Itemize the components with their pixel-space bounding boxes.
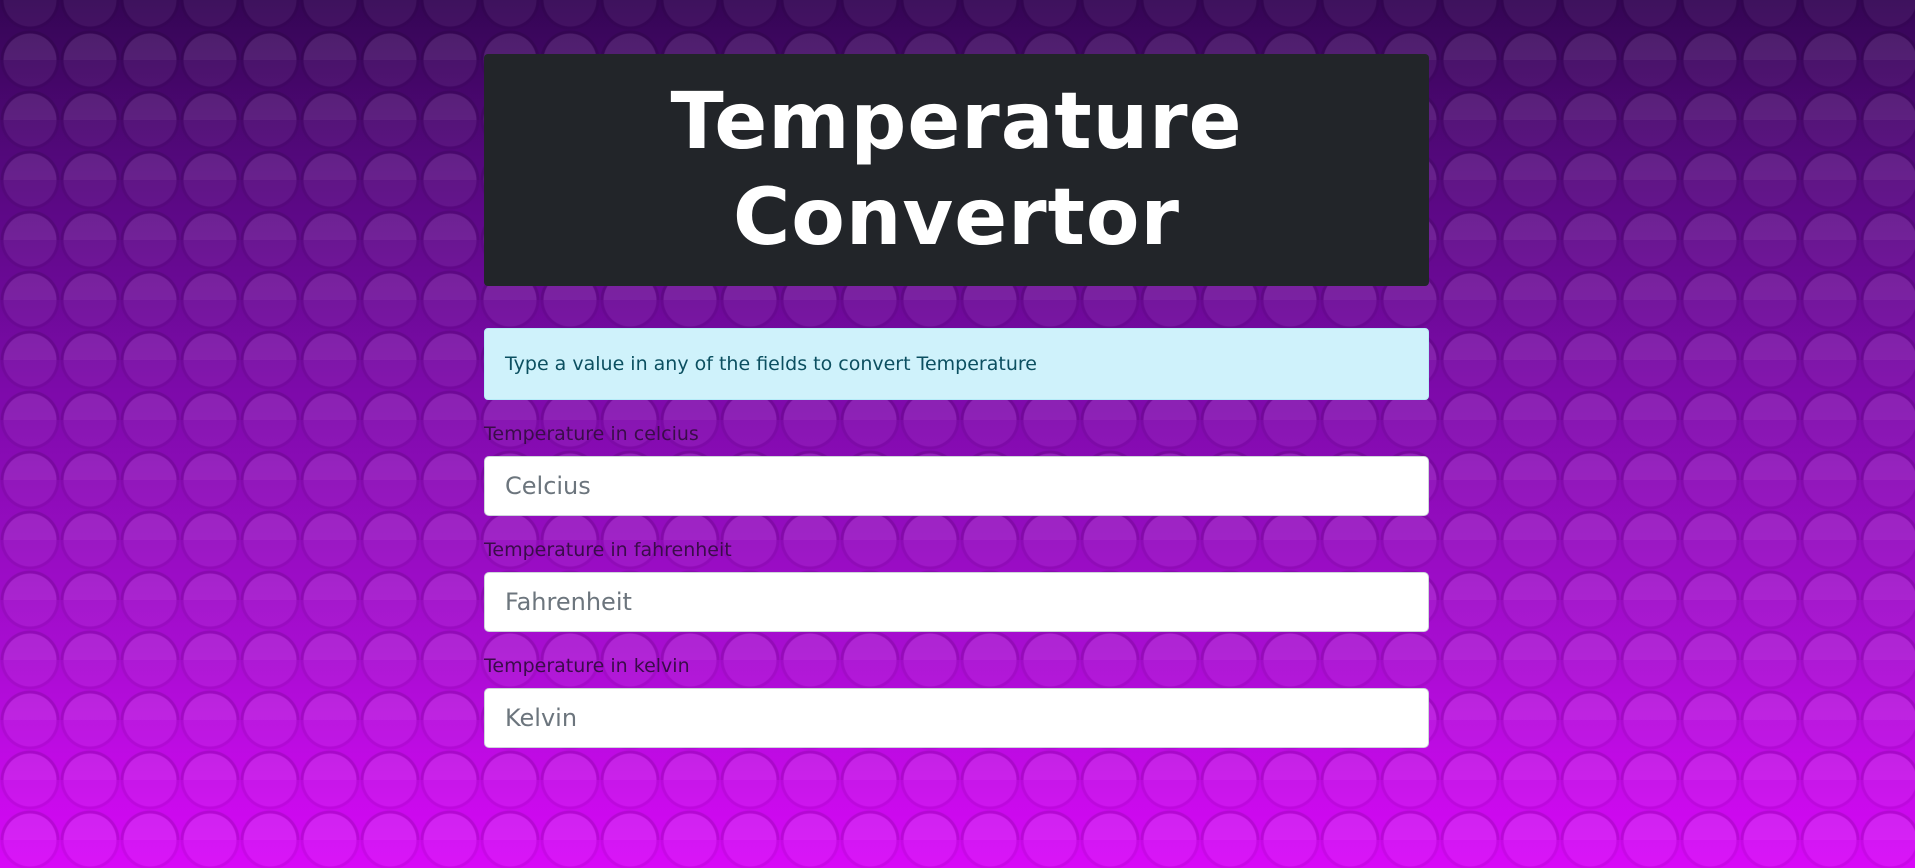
celcius-field-group: Temperature in celcius bbox=[484, 422, 1429, 516]
fahrenheit-field-group: Temperature in fahrenheit bbox=[484, 538, 1429, 632]
fahrenheit-label: Temperature in fahrenheit bbox=[484, 539, 732, 561]
page-title: Temperature Convertor bbox=[670, 74, 1242, 266]
info-alert-text: Type a value in any of the fields to con… bbox=[505, 353, 1037, 375]
celcius-label: Temperature in celcius bbox=[484, 423, 699, 445]
page-title-line-2: Convertor bbox=[733, 173, 1180, 263]
fahrenheit-input[interactable] bbox=[484, 572, 1429, 632]
kelvin-field-group: Temperature in kelvin bbox=[484, 654, 1429, 748]
page-title-line-1: Temperature bbox=[670, 77, 1243, 167]
title-card: Temperature Convertor bbox=[484, 54, 1429, 286]
converter-container: Temperature Convertor Type a value in an… bbox=[484, 54, 1429, 748]
kelvin-input[interactable] bbox=[484, 688, 1429, 748]
info-alert: Type a value in any of the fields to con… bbox=[484, 328, 1429, 400]
kelvin-label: Temperature in kelvin bbox=[484, 655, 690, 677]
celcius-input[interactable] bbox=[484, 456, 1429, 516]
